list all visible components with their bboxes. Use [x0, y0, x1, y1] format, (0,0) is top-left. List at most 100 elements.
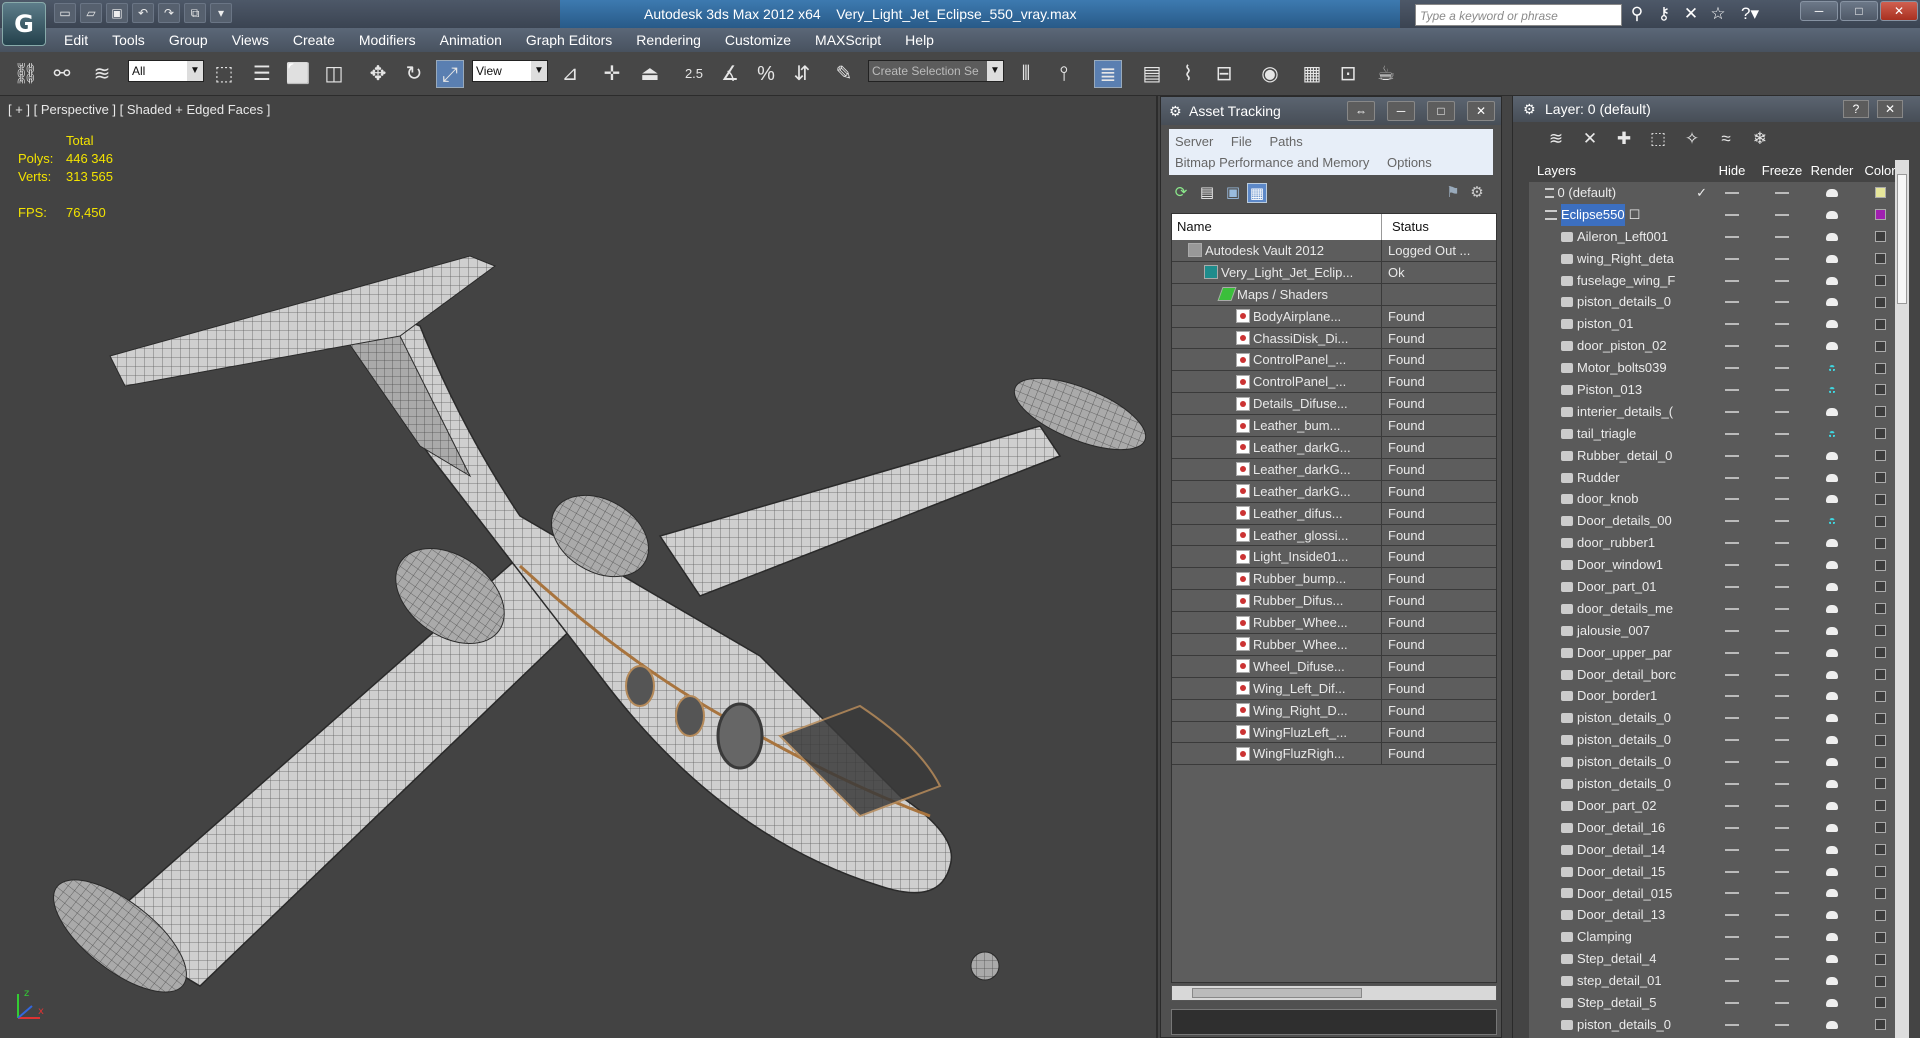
- asset-row[interactable]: WingFluzLeft_... Found: [1172, 721, 1496, 744]
- freeze-toggle[interactable]: [1757, 532, 1807, 554]
- freeze-toggle[interactable]: [1757, 685, 1807, 707]
- hide-toggle[interactable]: [1707, 992, 1757, 1014]
- hide-toggle[interactable]: [1707, 488, 1757, 510]
- freeze-toggle[interactable]: [1757, 1014, 1807, 1036]
- menu-modifiers[interactable]: Modifiers: [345, 28, 426, 52]
- menu-customize[interactable]: Customize: [711, 28, 801, 52]
- render-toggle[interactable]: [1807, 664, 1857, 686]
- freeze-toggle[interactable]: [1757, 510, 1807, 532]
- hide-toggle[interactable]: [1707, 445, 1757, 467]
- object-row[interactable]: Door_detail_14: [1529, 839, 1905, 861]
- help-icon[interactable]: ⚑: [1443, 183, 1463, 203]
- object-row[interactable]: tail_triagle: [1529, 423, 1905, 445]
- panel-minimize-button[interactable]: ─: [1387, 101, 1415, 121]
- list-view-icon[interactable]: ▤: [1197, 183, 1217, 203]
- freeze-toggle[interactable]: [1757, 992, 1807, 1014]
- object-row[interactable]: Door_upper_par: [1529, 642, 1905, 664]
- menu-help[interactable]: Help: [891, 28, 944, 52]
- render-production-icon[interactable]: ☕: [1372, 60, 1400, 88]
- save-icon[interactable]: ▣: [106, 3, 128, 23]
- render-toggle[interactable]: [1807, 992, 1857, 1014]
- object-row[interactable]: fuselage_wing_F: [1529, 270, 1905, 292]
- hide-toggle[interactable]: [1707, 379, 1757, 401]
- redo-icon[interactable]: ↷: [158, 3, 180, 23]
- render-toggle[interactable]: [1807, 817, 1857, 839]
- freeze-toggle[interactable]: [1757, 904, 1807, 926]
- object-row[interactable]: Door_details_00: [1529, 510, 1905, 532]
- object-row[interactable]: piston_details_0: [1529, 773, 1905, 795]
- undo-icon[interactable]: ↶: [132, 3, 154, 23]
- hide-toggle[interactable]: [1707, 926, 1757, 948]
- menu-graph-editors[interactable]: Graph Editors: [512, 28, 622, 52]
- freeze-all-icon[interactable]: ❄: [1749, 128, 1771, 150]
- object-row[interactable]: Door_window1: [1529, 554, 1905, 576]
- asset-row[interactable]: Wing_Right_D... Found: [1172, 699, 1496, 722]
- hide-toggle[interactable]: [1707, 620, 1757, 642]
- select-manipulate-icon[interactable]: ✛: [598, 60, 626, 88]
- render-toggle[interactable]: [1807, 948, 1857, 970]
- hide-toggle[interactable]: [1707, 904, 1757, 926]
- object-row[interactable]: Rudder: [1529, 467, 1905, 489]
- hide-all-icon[interactable]: ≈: [1715, 128, 1737, 150]
- asset-row[interactable]: Very_Light_Jet_Eclip... Ok: [1172, 261, 1496, 284]
- render-setup-icon[interactable]: ▦: [1298, 60, 1326, 88]
- object-row[interactable]: jalousie_007: [1529, 620, 1905, 642]
- menu-group[interactable]: Group: [155, 28, 218, 52]
- freeze-toggle[interactable]: [1757, 357, 1807, 379]
- render-toggle[interactable]: [1807, 204, 1857, 226]
- render-toggle[interactable]: [1807, 226, 1857, 248]
- freeze-toggle[interactable]: [1757, 335, 1807, 357]
- object-row[interactable]: piston_details_0: [1529, 291, 1905, 313]
- render-toggle[interactable]: [1807, 926, 1857, 948]
- pivot-center-icon[interactable]: ⊿: [556, 60, 584, 88]
- unlink-icon[interactable]: ⚯: [48, 60, 76, 88]
- hide-toggle[interactable]: [1707, 204, 1757, 226]
- hide-toggle[interactable]: [1707, 554, 1757, 576]
- hide-toggle[interactable]: [1707, 226, 1757, 248]
- set-current-layer-icon[interactable]: ☐: [1629, 204, 1641, 226]
- scale-icon[interactable]: ⤢: [436, 60, 464, 88]
- menu-paths[interactable]: Paths: [1270, 134, 1303, 149]
- hide-toggle[interactable]: [1707, 313, 1757, 335]
- scrollbar-thumb[interactable]: [1192, 988, 1362, 998]
- freeze-toggle[interactable]: [1757, 861, 1807, 883]
- freeze-toggle[interactable]: [1757, 182, 1807, 204]
- asset-details-field[interactable]: [1171, 1009, 1497, 1035]
- column-render-header[interactable]: Render: [1807, 160, 1857, 182]
- menu-create[interactable]: Create: [279, 28, 345, 52]
- vertical-scrollbar[interactable]: [1895, 160, 1909, 1038]
- freeze-toggle[interactable]: [1757, 313, 1807, 335]
- selection-filter-dropdown[interactable]: All ▼: [128, 60, 204, 82]
- menu-maxscript[interactable]: MAXScript: [801, 28, 891, 52]
- minimize-button[interactable]: ─: [1800, 1, 1838, 21]
- asset-row[interactable]: BodyAirplane... Found: [1172, 305, 1496, 328]
- help-icon[interactable]: ?▾: [1733, 3, 1767, 25]
- graphite-tools-icon[interactable]: ▤: [1138, 60, 1166, 88]
- render-toggle[interactable]: [1807, 379, 1857, 401]
- object-row[interactable]: interier_details_(: [1529, 401, 1905, 423]
- hide-toggle[interactable]: [1707, 467, 1757, 489]
- render-toggle[interactable]: [1807, 795, 1857, 817]
- freeze-toggle[interactable]: [1757, 751, 1807, 773]
- render-toggle[interactable]: [1807, 642, 1857, 664]
- layer-manager-titlebar[interactable]: ⚙ Layer: 0 (default) ? ✕: [1513, 96, 1920, 122]
- maximize-button[interactable]: □: [1840, 1, 1878, 21]
- dropdown-icon[interactable]: ▾: [210, 3, 232, 23]
- close-button[interactable]: ✕: [1880, 1, 1918, 21]
- freeze-toggle[interactable]: [1757, 948, 1807, 970]
- object-row[interactable]: wing_Right_deta: [1529, 248, 1905, 270]
- scrollbar-thumb[interactable]: [1897, 174, 1907, 304]
- horizontal-scrollbar[interactable]: [1171, 985, 1497, 1001]
- menu-options[interactable]: Options: [1387, 155, 1432, 170]
- hide-toggle[interactable]: [1707, 423, 1757, 445]
- settings-icon[interactable]: ⚙: [1467, 183, 1487, 203]
- freeze-toggle[interactable]: [1757, 423, 1807, 445]
- asset-row[interactable]: ControlPanel_... Found: [1172, 371, 1496, 394]
- hide-toggle[interactable]: [1707, 270, 1757, 292]
- render-toggle[interactable]: [1807, 335, 1857, 357]
- object-row[interactable]: Step_detail_4: [1529, 948, 1905, 970]
- percent-snap-icon[interactable]: %: [752, 60, 780, 88]
- column-freeze-header[interactable]: Freeze: [1757, 160, 1807, 182]
- asset-row[interactable]: ChassiDisk_Di... Found: [1172, 327, 1496, 350]
- star-icon[interactable]: ☆: [1706, 3, 1730, 25]
